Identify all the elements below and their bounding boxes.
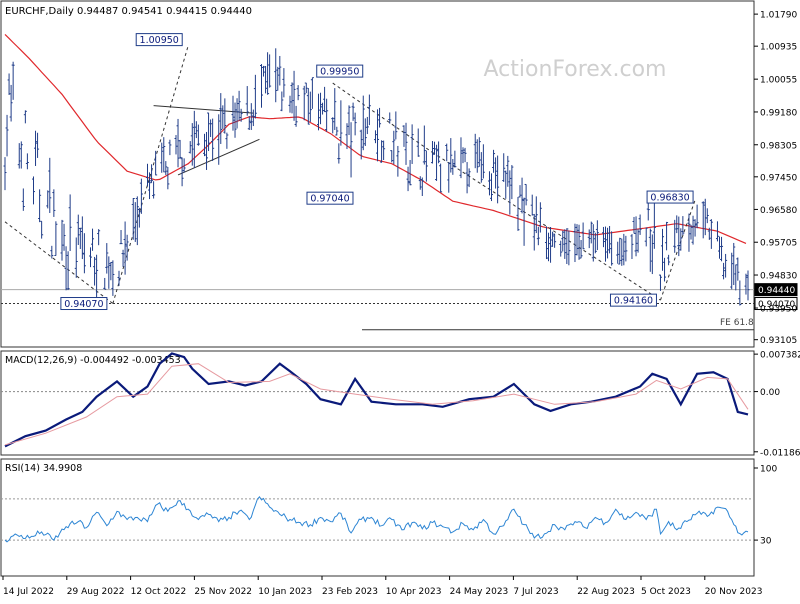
fe-label: FE 61.8 xyxy=(720,318,754,328)
macd-tick-label: 0.007382 xyxy=(760,351,800,361)
x-tick-label: 10 Apr 2023 xyxy=(386,587,442,597)
x-tick-label: 10 Jan 2023 xyxy=(258,587,312,597)
symbol-label: EURCHF,Daily xyxy=(5,6,74,17)
trendline xyxy=(112,45,189,304)
price-annotation: 0.94160 xyxy=(614,296,653,307)
rsi-tick-label: 30 xyxy=(760,537,772,547)
x-tick-label: 25 Nov 2022 xyxy=(194,587,252,597)
chart-area: ActionForex.com FE 61.8 1.00950 0.99950 0.9… xyxy=(0,0,800,600)
x-tick-label: 14 Jul 2022 xyxy=(3,587,54,597)
trendline xyxy=(659,199,696,301)
price-annotation: 1.00950 xyxy=(140,35,179,46)
price-tick-label: 0.93105 xyxy=(760,336,797,346)
watermark: ActionForex.com xyxy=(484,57,667,82)
x-tick-label: 12 Oct 2022 xyxy=(131,587,187,597)
ohlc-readout: 0.94487 0.94541 0.94415 0.94440 xyxy=(77,6,252,17)
x-tick-label: 20 Nov 2023 xyxy=(705,587,763,597)
macd-title: MACD(12,26,9) -0.004492 -0.003453 xyxy=(5,355,181,366)
price-tick-label: 0.99180 xyxy=(760,108,797,118)
x-tick-label: 24 May 2023 xyxy=(450,587,509,597)
x-tick-label: 29 Aug 2022 xyxy=(67,587,125,597)
x-tick-label: 5 Oct 2023 xyxy=(641,587,691,597)
price-tick-label: 0.97450 xyxy=(760,173,797,183)
price-annotation: 0.94070 xyxy=(64,299,103,310)
price-tick-label: 0.96580 xyxy=(760,206,797,216)
price-tick-label: 1.00935 xyxy=(760,43,797,53)
macd-tick-label: 0.00 xyxy=(760,388,780,398)
price-annotation: 0.96830 xyxy=(650,193,689,204)
x-tick-label: 22 Aug 2023 xyxy=(577,587,635,597)
price-tick-label: 1.01790 xyxy=(760,11,797,21)
price-tick-label: 0.98305 xyxy=(760,141,797,151)
x-tick-label: 7 Jul 2023 xyxy=(513,587,558,597)
rsi-line xyxy=(4,495,749,543)
macd-tick-label: -0.011867 xyxy=(760,448,800,458)
macd-signal-line xyxy=(4,363,749,446)
chart-svg: ActionForex.com FE 61.8 1.00950 0.99950 0.9… xyxy=(0,0,800,597)
price-tick-label: 1.00055 xyxy=(760,76,797,86)
price-tick-label: 0.94830 xyxy=(760,272,797,282)
macd-line xyxy=(4,352,749,448)
rsi-title: RSI(14) 34.9908 xyxy=(5,463,82,474)
price-label: 0.94440 xyxy=(758,286,795,296)
price-tick-label: 0.95705 xyxy=(760,239,797,249)
chart-title: EURCHF,Daily 0.94487 0.94541 0.94415 0.9… xyxy=(5,6,252,17)
price-annotation: 0.97040 xyxy=(310,194,349,205)
price-annotation: 0.99950 xyxy=(320,67,359,78)
price-tick-label: 0.93950 xyxy=(760,305,797,315)
x-tick-label: 23 Feb 2023 xyxy=(322,587,378,597)
rsi-tick-label: 100 xyxy=(760,465,777,475)
